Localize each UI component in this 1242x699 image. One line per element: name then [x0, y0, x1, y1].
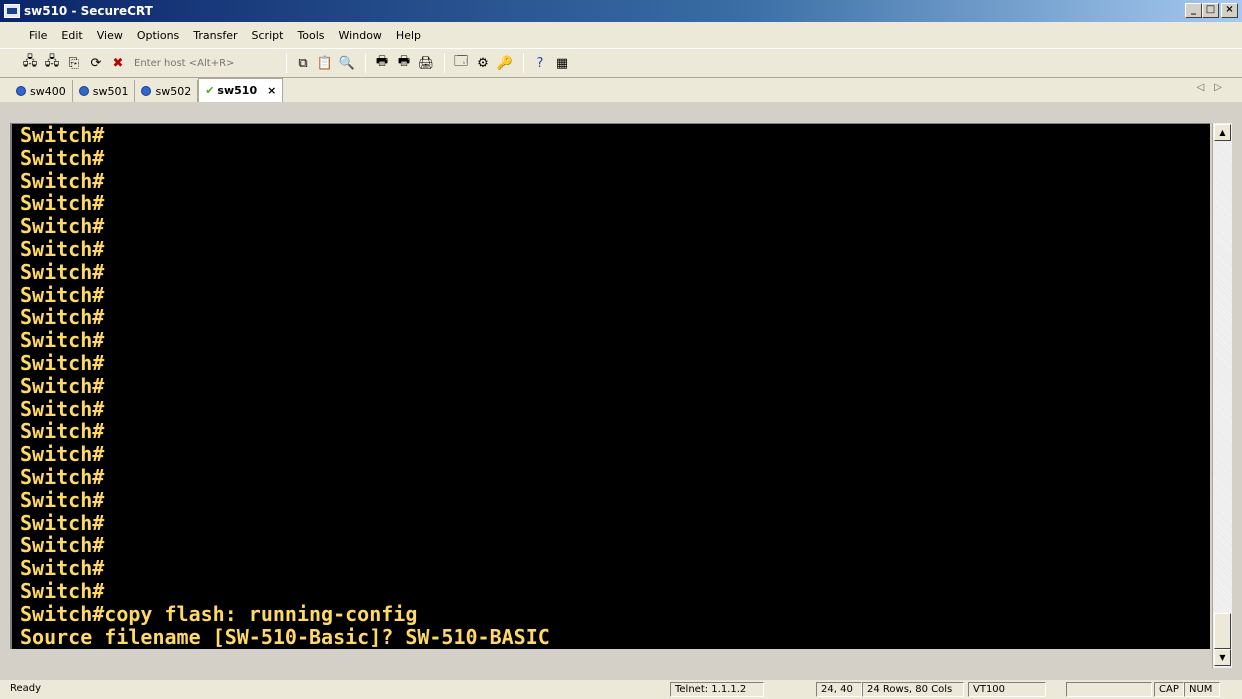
- menu-bar: File Edit View Options Transfer Script T…: [0, 22, 1242, 48]
- terminal-line: Switch#: [20, 510, 105, 535]
- toolbar: 🖧 🖧 ⎘ ⟳ ✖ ⧉ 📋 🔍 🖶 🖶 🖨 🗔 ⚙ 🔑 ? ▦: [0, 48, 1242, 78]
- terminal-line: Switch#: [20, 442, 105, 467]
- terminal-line: Switch#: [20, 168, 105, 193]
- terminal-line: Switch#: [20, 259, 105, 284]
- tab-sw510[interactable]: ✔ sw510 ×: [198, 78, 284, 102]
- window-title: sw510 - SecureCRT: [24, 4, 153, 18]
- status-emulation: VT100: [968, 682, 1046, 697]
- terminal-line: Switch#copy flash: running-config: [20, 601, 418, 626]
- paste-icon[interactable]: 📋: [315, 53, 335, 73]
- host-input[interactable]: [134, 54, 252, 72]
- terminal-line: Switch#: [20, 236, 105, 261]
- menu-help[interactable]: Help: [389, 29, 428, 42]
- close-button[interactable]: ×: [1221, 3, 1238, 18]
- session-status-icon: [78, 86, 89, 96]
- menu-view[interactable]: View: [90, 29, 130, 42]
- app-icon[interactable]: [4, 4, 20, 18]
- status-size: 24 Rows, 80 Cols: [862, 682, 964, 697]
- tab-sw501[interactable]: sw501: [73, 80, 136, 102]
- reconnect-icon[interactable]: ⟳: [86, 53, 106, 73]
- terminal-line: Switch#: [20, 328, 105, 353]
- terminal-line: Source filename [SW-510-Basic]? SW-510-B…: [20, 624, 550, 649]
- terminal-line: Switch#: [20, 350, 105, 375]
- scroll-thumb[interactable]: [1214, 613, 1231, 649]
- terminal-screen[interactable]: Switch# Switch# Switch# Switch# Switch# Switc…: [10, 123, 1210, 649]
- terminal-line: Switch#: [20, 533, 105, 558]
- tab-scroll-arrows[interactable]: ◁▷: [1197, 82, 1232, 93]
- window-controls: _ □ ×: [1185, 3, 1238, 18]
- status-ready: Ready: [10, 683, 42, 694]
- menu-transfer[interactable]: Transfer: [186, 29, 244, 42]
- terminal-line: Switch#: [20, 556, 105, 581]
- tab-label: sw510: [217, 84, 258, 97]
- status-cursor: 24, 40: [816, 682, 862, 697]
- scroll-up-icon[interactable]: ▲: [1214, 124, 1231, 141]
- terminal-line: Switch#: [20, 214, 105, 239]
- session-tabs: sw400 sw501 sw502 ✔ sw510 × ◁▷: [0, 78, 1242, 102]
- terminal-line: Switch#: [20, 578, 105, 603]
- tab-sw502[interactable]: sw502: [135, 80, 199, 102]
- keymap-icon[interactable]: 🔑: [495, 53, 515, 73]
- status-empty: [1066, 682, 1152, 697]
- menu-file[interactable]: File: [22, 29, 54, 42]
- connect-tab-icon[interactable]: ⎘: [64, 53, 84, 73]
- print-icon[interactable]: 🖶: [372, 53, 392, 73]
- terminal-scrollbar[interactable]: ▲ ▼: [1212, 123, 1232, 668]
- terminal-line: Switch#: [20, 487, 105, 512]
- terminal-line: Switch#: [20, 396, 105, 421]
- terminal-line: Switch#: [20, 305, 105, 330]
- scroll-down-icon[interactable]: ▼: [1214, 649, 1231, 666]
- terminal-line: Switch#: [20, 373, 105, 398]
- terminal-line: Switch#: [20, 123, 105, 147]
- title-bar: sw510 - SecureCRT _ □ ×: [0, 0, 1242, 22]
- tab-label: sw501: [92, 84, 129, 98]
- session-status-icon: [141, 86, 152, 96]
- status-bar: Ready Telnet: 1.1.1.2 24, 40 24 Rows, 80…: [0, 680, 1242, 699]
- status-cap: CAP: [1154, 682, 1184, 697]
- disconnect-icon[interactable]: ✖: [108, 53, 128, 73]
- terminal-line: Switch#: [20, 191, 105, 216]
- help-icon[interactable]: ?: [530, 53, 550, 73]
- maximize-button[interactable]: □: [1202, 3, 1219, 18]
- session-options-icon[interactable]: 🗔: [451, 53, 471, 73]
- find-icon[interactable]: 🔍: [337, 53, 357, 73]
- print-selection-icon[interactable]: 🖶: [394, 53, 414, 73]
- tab-label: sw400: [30, 84, 66, 98]
- connect-icon[interactable]: 🖧: [20, 53, 40, 73]
- terminal-line: Destination filename [running-config]?: [12, 648, 1210, 649]
- minimize-button[interactable]: _: [1185, 3, 1202, 18]
- tab-label: sw502: [155, 84, 192, 98]
- sftp-icon[interactable]: ▦: [552, 53, 572, 73]
- copy-icon[interactable]: ⧉: [293, 53, 313, 73]
- printer-icon[interactable]: 🖨: [416, 53, 436, 73]
- menu-script[interactable]: Script: [245, 29, 291, 42]
- session-status-icon: [16, 86, 26, 96]
- menu-window[interactable]: Window: [332, 29, 389, 42]
- terminal-line: Switch#: [20, 282, 105, 307]
- quick-connect-icon[interactable]: 🖧: [42, 53, 62, 73]
- terminal-line: Switch#: [20, 419, 105, 444]
- menu-tools[interactable]: Tools: [290, 29, 331, 42]
- menu-edit[interactable]: Edit: [54, 29, 89, 42]
- status-num: NUM: [1184, 682, 1220, 697]
- connected-check-icon: ✔: [205, 84, 215, 97]
- menu-options[interactable]: Options: [130, 29, 186, 42]
- tab-close-icon[interactable]: ×: [267, 84, 276, 97]
- terminal-line: Switch#: [20, 145, 105, 170]
- status-connection: Telnet: 1.1.1.2: [670, 682, 764, 697]
- global-options-icon[interactable]: ⚙: [473, 53, 493, 73]
- tab-sw400[interactable]: sw400: [10, 80, 73, 102]
- terminal-line: Switch#: [20, 464, 105, 489]
